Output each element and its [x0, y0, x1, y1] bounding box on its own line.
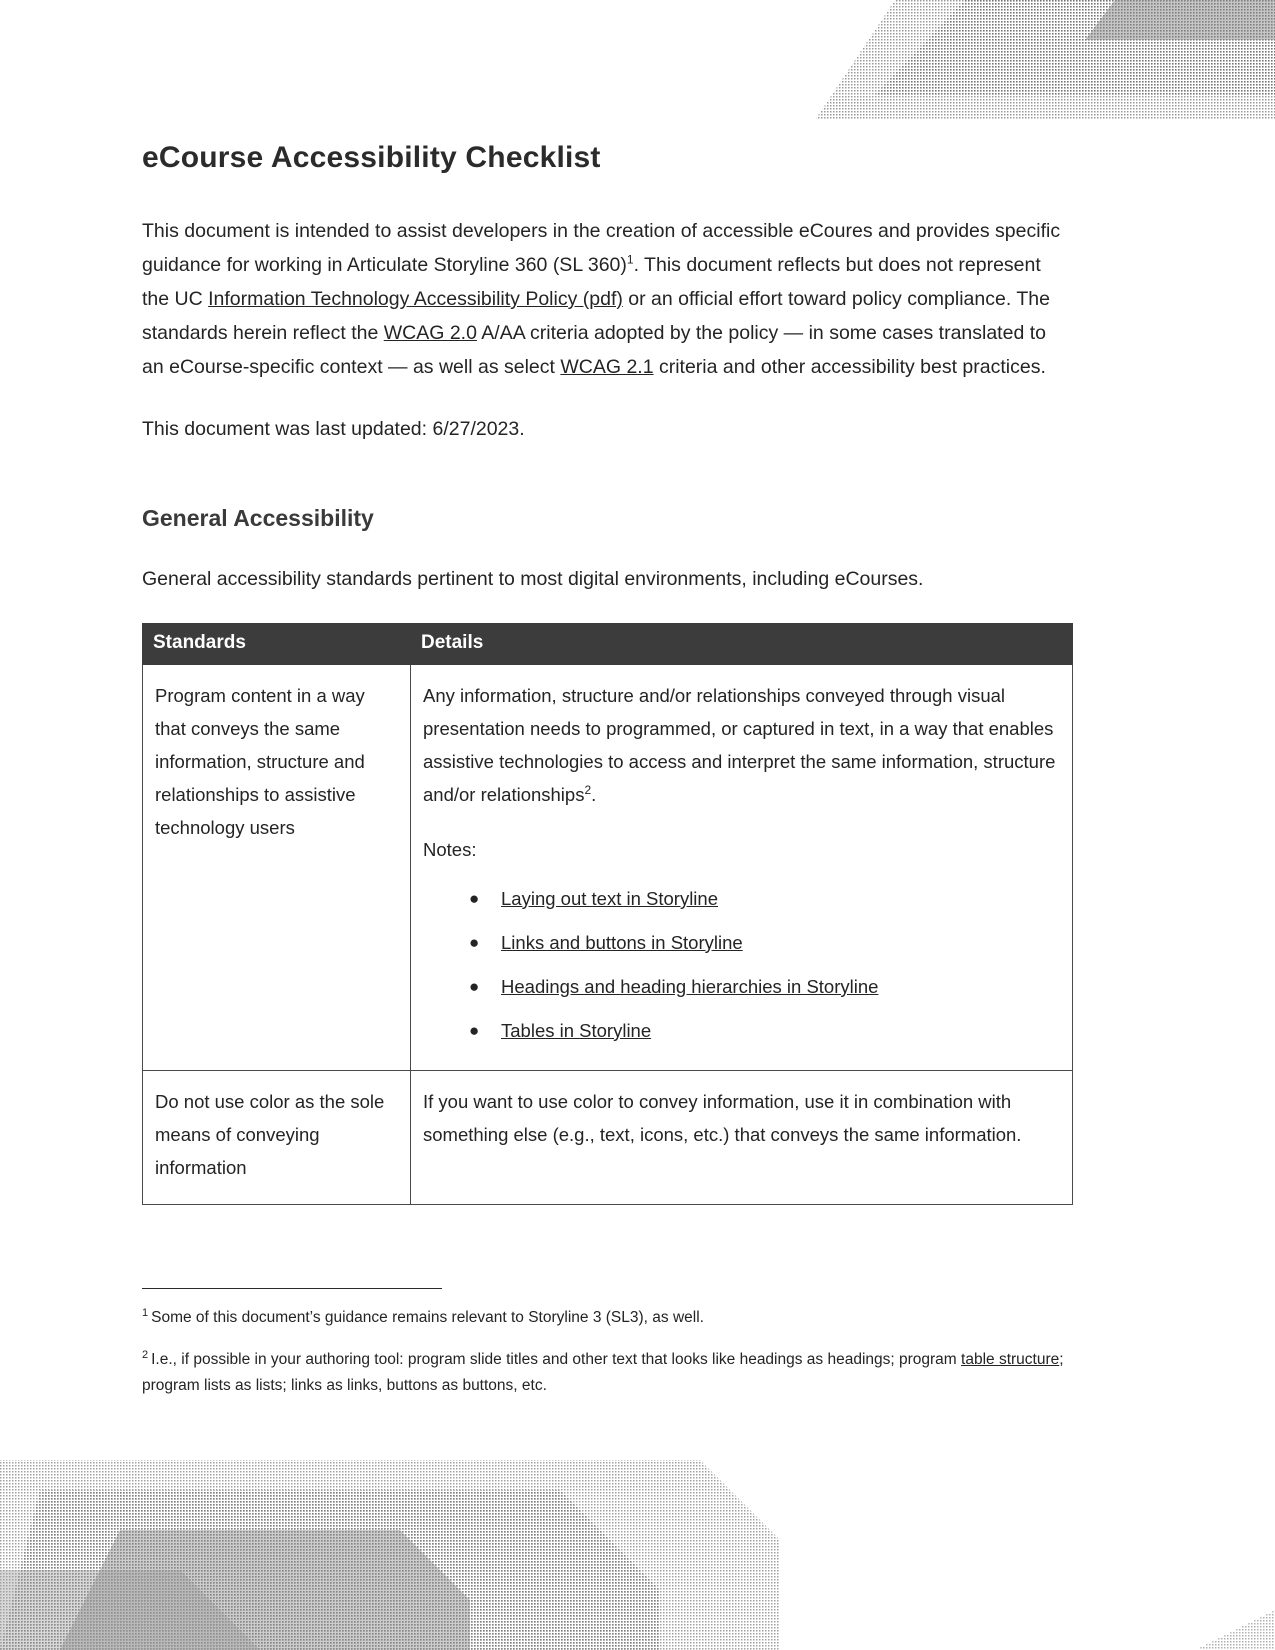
cell-details-2: If you want to use color to convey infor… [410, 1069, 1073, 1205]
footnote-1-text: Some of this document’s guidance remains… [151, 1309, 704, 1326]
link-laying-out-text-in-storyline[interactable]: Laying out text in Storyline [501, 888, 718, 909]
bullet-icon: ● [469, 932, 480, 952]
bullet-icon: ● [469, 1020, 480, 1040]
section-intro-text: General accessibility standards pertinen… [142, 567, 924, 590]
cell-standard-1: Program content in a way that conveys th… [142, 663, 411, 1071]
footnote-marker-1: 1 [142, 1306, 149, 1319]
bullet-icon: ● [469, 888, 480, 908]
cell-standard-2: Do not use color as the sole means of co… [142, 1069, 411, 1205]
list-item: ● Headings and heading hierarchies in Sto… [469, 972, 1060, 1002]
document-page: eCourse Accessibility Checklist This doc… [0, 0, 1275, 1650]
footnote-marker-2: 2 [142, 1348, 149, 1361]
list-item: ● Tables in Storyline [469, 1016, 1060, 1046]
table-row: Do not use color as the sole means of co… [142, 1069, 1073, 1205]
footnote-2: 2 I.e., if possible in your authoring too… [142, 1347, 1072, 1399]
cell-details-1: Any information, structure and/or relati… [410, 663, 1073, 1071]
details-paragraph-1: Any information, structure and/or relati… [423, 679, 1060, 811]
column-header-details: Details [410, 622, 1073, 665]
page-title: eCourse Accessibility Checklist [142, 141, 601, 174]
list-item: ● Laying out text in Storyline [469, 884, 1060, 914]
link-wcag-21[interactable]: WCAG 2.1 [560, 356, 653, 378]
bullet-icon: ● [469, 976, 480, 996]
details-text-1a: Any information, structure and/or relati… [423, 684, 1056, 805]
document-content: eCourse Accessibility Checklist This doc… [142, 0, 1073, 1205]
footnote-1: 1 Some of this document’s guidance remain… [142, 1305, 1072, 1331]
scan-artifact-bottom-right [1195, 1610, 1275, 1650]
last-updated-text: This document was last updated: 6/27/202… [142, 418, 525, 440]
notes-label: Notes: [423, 838, 477, 860]
link-links-and-buttons-in-storyline[interactable]: Links and buttons in Storyline [501, 932, 743, 953]
scan-artifact-bottom-left [0, 1460, 780, 1650]
intro-paragraph: This document is intended to assist deve… [142, 176, 1072, 384]
table-body: Program content in a way that conveys th… [142, 663, 1073, 1205]
table-head: Standards Details [142, 622, 1073, 665]
details-text-1b: . [591, 783, 597, 805]
list-item: ● Links and buttons in Storyline [469, 928, 1060, 958]
section-heading-general-accessibility: General Accessibility [142, 505, 374, 531]
notes-link-list: ● Laying out text in Storyline ● Links and… [423, 884, 1060, 1046]
link-tables-in-storyline[interactable]: Tables in Storyline [501, 1020, 651, 1041]
intro-segment-5: criteria and other accessibility best pr… [653, 356, 1046, 378]
footnote-separator-rule [142, 1288, 442, 1289]
link-table-structure[interactable]: table structure [961, 1351, 1059, 1368]
checklist-table-wrapper: Standards Details Program content in a w… [142, 595, 1073, 1205]
table-row: Program content in a way that conveys th… [142, 663, 1073, 1071]
footnote-area: 1 Some of this document’s guidance remain… [142, 1288, 1072, 1415]
column-header-standards: Standards [142, 622, 411, 665]
link-headings-and-heading-hierarchies-in-storyline[interactable]: Headings and heading hierarchies in Stor… [501, 976, 878, 997]
footnote-2-text-a: I.e., if possible in your authoring tool… [151, 1351, 962, 1368]
link-it-accessibility-policy[interactable]: Information Technology Accessibility Pol… [208, 288, 623, 310]
footnote-ref-1[interactable]: 1 [627, 253, 634, 267]
checklist-table: Standards Details Program content in a w… [142, 622, 1073, 1205]
link-wcag-20[interactable]: WCAG 2.0 [384, 322, 477, 344]
table-header-row: Standards Details [142, 622, 1073, 665]
